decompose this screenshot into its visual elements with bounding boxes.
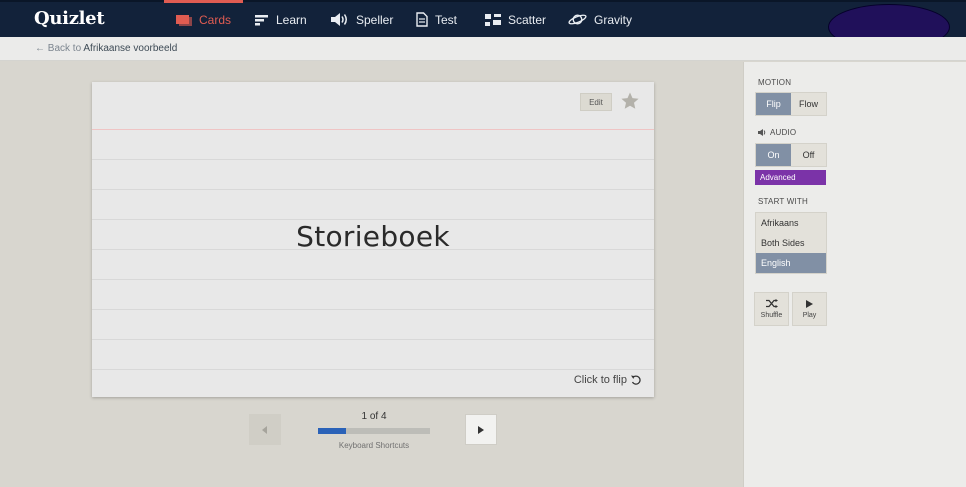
chevron-left-icon: [262, 425, 267, 434]
shuffle-button[interactable]: Shuffle: [754, 292, 789, 326]
audio-label: AUDIO: [770, 128, 797, 137]
set-name: Afrikaanse voorbeeld: [83, 43, 178, 54]
document-icon: [416, 12, 428, 27]
back-to-set-link[interactable]: ← Back to Afrikaanse voorbeeld: [35, 43, 177, 54]
audio-off-option[interactable]: Off: [791, 144, 826, 166]
nav-scatter-label: Scatter: [508, 12, 547, 27]
top-nav-bar: Quizlet Cards Learn Speller Test Scatter: [0, 0, 966, 50]
start-with-label: START WITH: [758, 197, 808, 206]
speaker-icon: [331, 13, 349, 26]
flashcard[interactable]: Edit Storieboek Click to flip: [92, 82, 654, 397]
speaker-icon: [758, 129, 766, 136]
motion-flip-option[interactable]: Flip: [756, 93, 791, 115]
flip-icon: [631, 375, 641, 385]
progress-bar: [318, 428, 430, 434]
shuffle-icon: [765, 299, 778, 308]
quizlet-logo[interactable]: Quizlet: [34, 8, 105, 29]
learn-icon: [255, 14, 269, 26]
planet-icon: [568, 13, 587, 26]
audio-toggle: On Off: [755, 143, 827, 167]
scatter-icon: [485, 13, 501, 26]
start-with-both-sides[interactable]: Both Sides: [756, 233, 826, 253]
keyboard-shortcuts-link[interactable]: Keyboard Shortcuts: [318, 441, 430, 450]
nav-speller[interactable]: Speller: [331, 2, 393, 37]
star-icon[interactable]: [620, 91, 640, 111]
start-with-afrikaans[interactable]: Afrikaans: [756, 213, 826, 233]
play-icon: [806, 299, 813, 308]
advanced-audio-button[interactable]: Advanced: [755, 170, 826, 185]
previous-card-button[interactable]: [249, 414, 281, 445]
nav-gravity-label: Gravity: [594, 12, 633, 27]
nav-cards[interactable]: Cards: [163, 0, 244, 37]
start-with-english[interactable]: English: [756, 253, 826, 273]
nav-scatter[interactable]: Scatter: [485, 2, 546, 37]
shuffle-label: Shuffle: [760, 312, 783, 319]
motion-label: MOTION: [758, 78, 792, 87]
flip-hint-label: Click to flip: [573, 374, 627, 386]
play-button[interactable]: Play: [792, 292, 827, 326]
edit-button[interactable]: Edit: [580, 93, 612, 111]
audio-on-option[interactable]: On: [756, 144, 791, 166]
breadcrumb-bar: ← Back to Afrikaanse voorbeeld: [0, 37, 966, 61]
nav-test[interactable]: Test: [416, 2, 457, 37]
card-counter: 1 of 4: [361, 411, 387, 422]
chevron-right-icon: [478, 425, 484, 434]
play-label: Play: [802, 311, 817, 319]
nav-cards-label: Cards: [199, 12, 232, 27]
progress-fill: [318, 428, 346, 434]
nav-learn[interactable]: Learn: [255, 2, 307, 37]
card-margin-line: [92, 129, 654, 130]
nav-gravity[interactable]: Gravity: [568, 2, 632, 37]
start-with-options: Afrikaans Both Sides English: [755, 212, 827, 274]
nav-learn-label: Learn: [276, 12, 307, 27]
audio-label-row: AUDIO: [758, 128, 796, 137]
card-header-area: [92, 82, 654, 129]
cards-icon: [176, 14, 192, 26]
nav-speller-label: Speller: [356, 12, 394, 27]
back-prefix: ← Back to: [35, 43, 82, 54]
options-sidebar: MOTION Flip Flow AUDIO On Off Advanced S…: [743, 62, 966, 487]
card-term: Storieboek: [296, 220, 450, 253]
nav-test-label: Test: [435, 12, 458, 27]
motion-flow-option[interactable]: Flow: [791, 93, 826, 115]
motion-toggle: Flip Flow: [755, 92, 827, 116]
flip-hint[interactable]: Click to flip: [573, 374, 641, 386]
next-card-button[interactable]: [465, 414, 497, 445]
